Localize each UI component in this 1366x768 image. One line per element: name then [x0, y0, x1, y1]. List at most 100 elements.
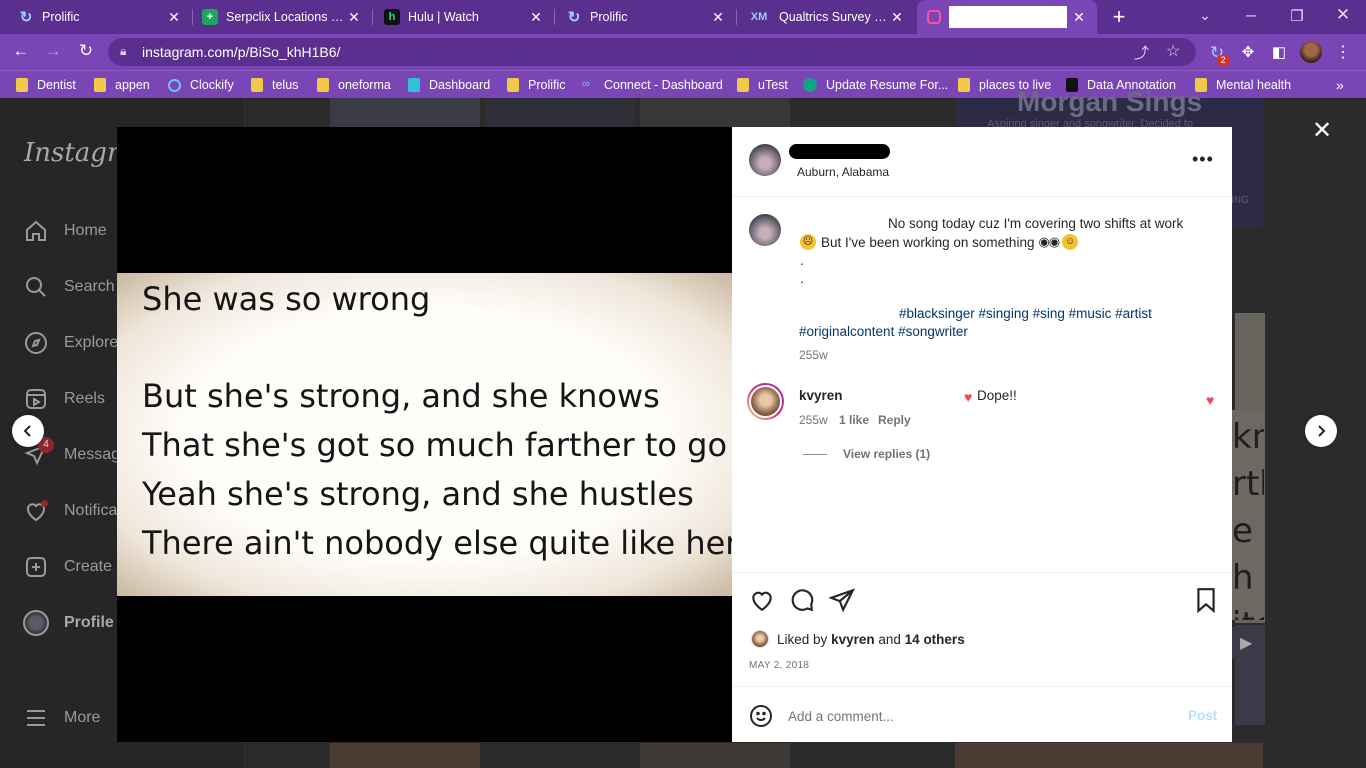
hashtags-line[interactable]: #originalcontent #songwriter — [799, 324, 968, 339]
comment-timestamp[interactable]: 255w — [799, 413, 828, 427]
caption-timestamp[interactable]: 255w — [799, 348, 828, 362]
tab-qualtrics[interactable]: XM Qualtrics Survey | Qua ✕ — [737, 0, 915, 34]
extensions-puzzle-icon[interactable]: ✥ — [1235, 39, 1261, 65]
minimize-icon[interactable]: – — [1238, 2, 1264, 28]
share-paper-plane-icon[interactable] — [829, 587, 855, 613]
lock-icon[interactable]: 🔒︎ — [120, 44, 126, 59]
post-location[interactable]: Auburn, Alabama — [797, 165, 889, 179]
bookmark-oneforma[interactable]: oneforma — [317, 71, 391, 99]
comment-liked-heart-icon[interactable]: ♥ — [1206, 392, 1214, 408]
grid-thumb — [485, 98, 635, 128]
author-avatar[interactable] — [749, 144, 781, 176]
caption-dot: . — [800, 271, 804, 286]
caption-author-avatar[interactable] — [749, 214, 781, 246]
close-tab-icon[interactable]: ✕ — [710, 9, 726, 26]
tab-search-chevron-icon[interactable]: ⌄ — [1192, 2, 1218, 28]
close-modal-icon[interactable]: ✕ — [1308, 116, 1336, 145]
commenter-avatar[interactable] — [747, 383, 784, 420]
reload-icon[interactable]: ↻ — [73, 38, 99, 64]
author-username-redacted[interactable] — [789, 144, 890, 159]
caption-text: But I've been working on something — [821, 234, 1035, 250]
tab-serpclix[interactable]: + Serpclix Locations - Go ✕ — [192, 0, 372, 34]
url-text[interactable]: instagram.com/p/BiSo_khH1B6/ — [142, 44, 340, 60]
comment-username[interactable]: kvyren — [799, 388, 843, 403]
bookmark-dashboard[interactable]: Dashboard — [408, 71, 490, 99]
close-window-icon[interactable]: ✕ — [1330, 2, 1356, 28]
restore-icon[interactable]: ❐ — [1284, 3, 1310, 29]
more-bookmarks-icon[interactable]: » — [1336, 71, 1344, 99]
browser-menu-icon[interactable]: ⋮ — [1330, 39, 1356, 65]
bookmark-appen[interactable]: appen — [94, 71, 150, 99]
view-replies-button[interactable]: View replies (1) — [843, 447, 930, 461]
forward-icon[interactable]: → — [40, 38, 66, 64]
bookmark-label: Dashboard — [429, 78, 491, 92]
sidebar-item-search[interactable]: Search — [22, 273, 115, 301]
comment-input[interactable] — [788, 706, 1168, 726]
close-tab-icon[interactable]: ✕ — [166, 9, 182, 26]
close-tab-icon[interactable]: ✕ — [346, 9, 362, 26]
liked-by-others-link[interactable]: 14 others — [905, 632, 965, 647]
bookmark-dentist[interactable]: Dentist — [16, 71, 76, 99]
more-options-icon[interactable]: ••• — [1192, 149, 1214, 170]
clockify-icon — [168, 78, 181, 92]
bookmark-clockify[interactable]: Clockify — [168, 71, 234, 99]
red-heart-emoji-icon: ♥ — [964, 389, 973, 405]
bookmark-label: Update Resume For... — [826, 78, 949, 92]
like-heart-icon[interactable] — [749, 587, 775, 613]
hashtags-line[interactable]: #blacksinger #singing #sing #music #arti… — [899, 306, 1152, 321]
bookmark-prolific[interactable]: Prolific — [507, 71, 566, 99]
back-icon[interactable]: ← — [8, 38, 34, 64]
comment-like-count[interactable]: 1 like — [839, 413, 869, 427]
bookmark-star-icon[interactable]: ☆ — [1166, 41, 1180, 61]
side-panel-icon[interactable]: ◧ — [1266, 39, 1292, 65]
tab-strip: ↻ Prolific ✕ + Serpclix Locations - Go ✕… — [0, 0, 1366, 34]
plus-square-icon — [22, 553, 50, 581]
tab-title: Hulu | Watch — [408, 10, 479, 24]
share-icon[interactable]: ⤴ — [1134, 42, 1149, 63]
close-tab-icon[interactable]: ✕ — [528, 9, 544, 26]
sidebar-item-create[interactable]: Create — [22, 553, 112, 581]
eyes-emoji-icon: ◉◉ — [1038, 234, 1060, 249]
bookmark-telus[interactable]: telus — [251, 71, 298, 99]
bookmark-label: Mental health — [1216, 78, 1292, 92]
sidebar-item-more[interactable]: More — [22, 704, 100, 732]
address-bar[interactable]: 🔒︎ instagram.com/p/BiSo_khH1B6/ ⤴ ☆ — [108, 38, 1196, 66]
bookmark-mental-health[interactable]: Mental health — [1195, 71, 1291, 99]
profile-avatar[interactable] — [1300, 41, 1322, 63]
liker-avatar[interactable] — [751, 630, 769, 648]
folder-icon — [507, 78, 519, 92]
sidebar-item-home[interactable]: Home — [22, 217, 107, 245]
liked-by-username[interactable]: kvyren — [831, 632, 875, 647]
sidebar-item-label: Explore — [64, 334, 119, 351]
bookmark-utest[interactable]: uTest — [737, 71, 788, 99]
chatgpt-icon — [803, 78, 817, 92]
sidebar-item-explore[interactable]: Explore — [22, 329, 118, 357]
comment-bubble-icon[interactable] — [789, 587, 815, 613]
emoji-picker-icon[interactable] — [749, 704, 773, 728]
lyric-line: There ain't nobody else quite like her — [142, 524, 739, 562]
bookmark-connect[interactable]: ∞ Connect - Dashboard — [582, 71, 723, 99]
close-tab-icon[interactable]: ✕ — [889, 9, 905, 26]
next-post-button[interactable] — [1305, 415, 1337, 447]
bookmark-update-resume[interactable]: Update Resume For... — [803, 71, 948, 99]
folder-icon — [251, 78, 263, 92]
tab-instagram-active[interactable]: ✕ — [917, 0, 1097, 34]
caption-text: No song today cuz I'm covering two shift… — [888, 216, 1184, 231]
tab-prolific-2[interactable]: ↻ Prolific ✕ — [556, 0, 736, 34]
folder-icon — [16, 78, 28, 92]
bookmark-label: appen — [115, 78, 150, 92]
sidebar-item-profile[interactable]: Profile — [22, 609, 114, 637]
next-post-thumb: ▶ — [1232, 627, 1264, 659]
sidebar-item-reels[interactable]: Reels — [22, 385, 105, 413]
chevron-right-icon — [1318, 425, 1326, 437]
tab-hulu[interactable]: h Hulu | Watch ✕ — [374, 0, 554, 34]
comment-reply-button[interactable]: Reply — [878, 413, 911, 427]
save-bookmark-icon[interactable] — [1193, 587, 1219, 613]
close-tab-icon[interactable]: ✕ — [1071, 9, 1087, 26]
tab-prolific-1[interactable]: ↻ Prolific ✕ — [8, 0, 192, 34]
new-tab-icon[interactable]: + — [1106, 4, 1132, 30]
post-date[interactable]: MAY 2, 2018 — [749, 660, 809, 671]
prev-post-button[interactable] — [12, 415, 44, 447]
grid-thumb — [640, 98, 790, 128]
post-comment-button[interactable]: Post — [1188, 708, 1217, 723]
